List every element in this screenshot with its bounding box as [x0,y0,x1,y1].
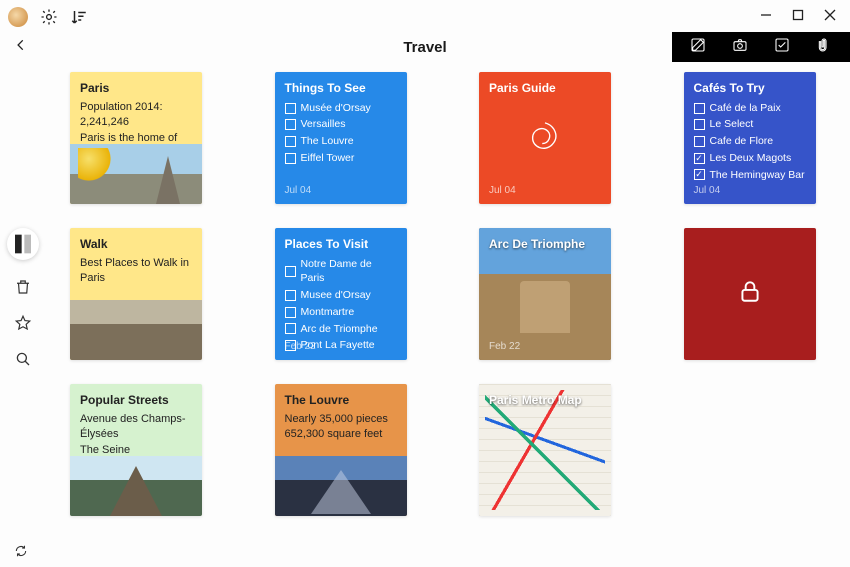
checklist-item: Eiffel Tower [285,150,397,167]
page-header: Travel [0,34,850,60]
note-image [275,456,407,516]
notes-grid: Paris Population 2014: 2,241,246 Paris i… [46,60,850,545]
lock-icon [737,278,763,309]
page-title: Travel [403,39,446,56]
star-button[interactable] [14,314,32,332]
checklist-item: The Louvre [285,133,397,150]
note-card-locked[interactable] [684,228,816,360]
note-action-bar [672,32,850,62]
checklist-item: Arc de Triomphe [285,321,397,338]
note-title: Things To See [285,80,397,97]
back-button[interactable] [14,38,28,57]
window-minimize-button[interactable] [760,8,772,26]
title-bar [0,0,850,34]
note-text: Best Places to Walk in Paris [80,256,192,287]
note-card[interactable]: Cafés To Try Café de la Paix Le Select C… [684,72,816,204]
checklist-item: The Hemingway Bar [694,167,806,184]
note-title: The Louvre [285,392,397,409]
view-columns-button[interactable] [7,228,39,260]
note-image [70,456,202,516]
checklist-item: Notre Dame de Paris [285,256,397,287]
note-title: Cafés To Try [694,80,806,97]
note-title: Popular Streets [80,392,192,409]
note-date: Feb 22 [489,340,520,354]
note-checklist: Café de la Paix Le Select Cafe de Flore … [694,100,806,183]
camera-icon[interactable] [732,37,748,58]
note-title: Paris [80,80,192,97]
note-card[interactable]: Arc De Triomphe Feb 22 [479,228,611,360]
trash-button[interactable] [14,278,32,296]
note-card[interactable]: Things To See Musée d'Orsay Versailles T… [275,72,407,204]
note-image [70,144,202,204]
note-date: Jul 04 [285,184,312,198]
note-date: Feb 22 [285,340,316,354]
note-image [70,300,202,360]
checklist-item: Les Deux Magots [694,150,806,167]
note-card[interactable]: Paris Metro Map [479,384,611,516]
note-card[interactable]: Popular Streets Avenue des Champs-Élysée… [70,384,202,516]
note-text: Avenue des Champs-Élysées [80,412,192,443]
checklist-item: Le Select [694,116,806,133]
avatar[interactable] [8,7,28,27]
note-card[interactable]: The Louvre Nearly 35,000 pieces 652,300 … [275,384,407,516]
checklist-item: Café de la Paix [694,100,806,117]
attachment-icon[interactable] [816,37,832,58]
checklist-item: Montmartre [285,304,397,321]
note-checklist: Musée d'Orsay Versailles The Louvre Eiff… [285,100,397,167]
window-close-button[interactable] [824,8,836,26]
note-text: Nearly 35,000 pieces 652,300 square feet [285,412,397,443]
sort-icon[interactable] [70,8,88,26]
sync-button[interactable] [14,544,28,563]
note-card[interactable]: Walk Best Places to Walk in Paris [70,228,202,360]
side-toolbar [0,60,46,545]
note-title: Arc De Triomphe [489,236,601,253]
note-title: Paris Metro Map [489,392,601,409]
note-date: Jul 04 [694,184,721,198]
checklist-item: Cafe de Flore [694,133,806,150]
checklist-icon[interactable] [774,37,790,58]
note-card[interactable]: Paris Guide Jul 04 [479,72,611,204]
note-title: Walk [80,236,192,253]
checklist-item: Musée d'Orsay [285,100,397,117]
note-text: Population 2014: 2,241,246 [80,100,192,131]
note-card[interactable]: Paris Population 2014: 2,241,246 Paris i… [70,72,202,204]
note-card[interactable]: Places To Visit Notre Dame de Paris Muse… [275,228,407,360]
checklist-item: Versailles [285,116,397,133]
note-date: Jul 04 [489,184,516,198]
window-maximize-button[interactable] [792,8,804,26]
compose-icon[interactable] [690,37,706,58]
gear-icon[interactable] [40,8,58,26]
checklist-item: Musee d'Orsay [285,287,397,304]
note-title: Places To Visit [285,236,397,253]
search-button[interactable] [14,350,32,368]
